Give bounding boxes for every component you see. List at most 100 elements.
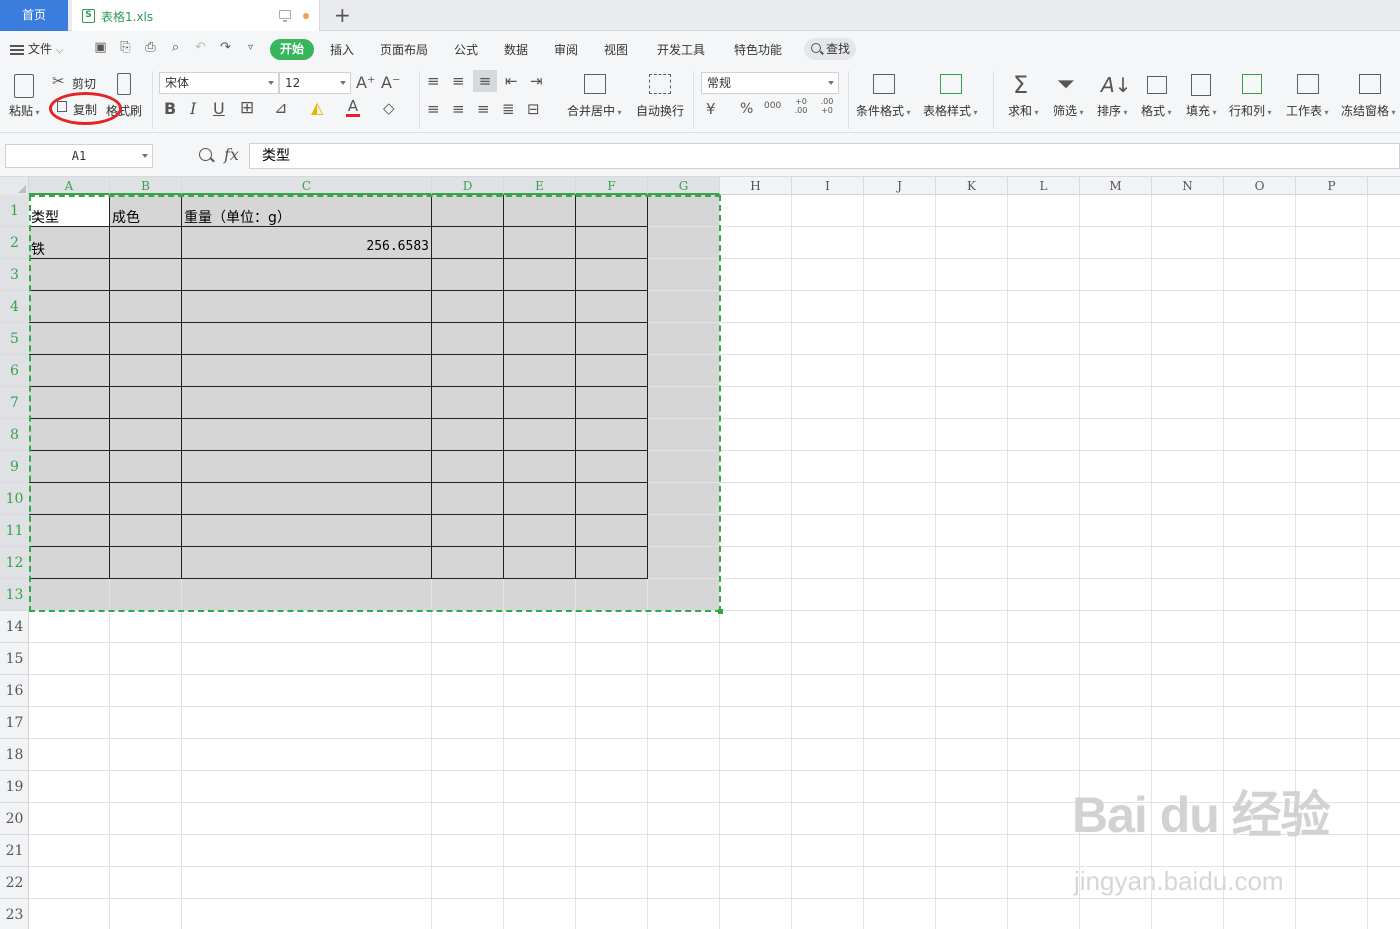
align-center-icon[interactable]: ≡ <box>452 101 465 117</box>
fill-color-icon[interactable]: ◭ <box>311 100 323 116</box>
cut-button[interactable]: 剪切 <box>72 75 96 92</box>
row-header[interactable]: 13 <box>0 579 29 611</box>
cell-style-icon[interactable]: ⊿ <box>274 100 287 116</box>
column-header[interactable]: E <box>504 177 576 195</box>
print-icon[interactable]: ⎙ <box>143 41 158 55</box>
row-header[interactable]: 4 <box>0 291 29 323</box>
font-size-select[interactable]: 12 <box>279 72 351 94</box>
undo-icon[interactable]: ↶ <box>193 41 208 55</box>
cell-b1[interactable]: 成色 <box>112 207 140 227</box>
borders-icon[interactable]: ⊞ <box>240 100 254 117</box>
row-header[interactable]: 23 <box>0 899 29 929</box>
cell-c2[interactable]: 256.6583 <box>182 239 429 254</box>
wrap-text-button[interactable]: 自动换行 <box>636 102 684 119</box>
column-header[interactable]: J <box>864 177 936 195</box>
align-right-icon[interactable]: ≡ <box>477 101 490 117</box>
cell-a2[interactable]: 铁 <box>31 239 45 259</box>
font-color-button[interactable]: A <box>346 98 360 117</box>
row-header[interactable]: 18 <box>0 739 29 771</box>
column-header[interactable]: K <box>936 177 1008 195</box>
column-header[interactable]: P <box>1296 177 1368 195</box>
file-menu[interactable]: 文件 ⌵ <box>10 40 63 57</box>
column-header[interactable]: D <box>432 177 504 195</box>
print-preview-icon[interactable]: ⌕ <box>168 41 183 55</box>
row-header[interactable]: 11 <box>0 515 29 547</box>
font-name-select[interactable]: 宋体 <box>159 72 279 94</box>
search-button[interactable]: 查找 <box>804 38 856 60</box>
increase-decimal-button[interactable]: +0 .00 <box>792 97 810 115</box>
export-icon[interactable]: ⎘ <box>118 41 133 55</box>
row-header[interactable]: 19 <box>0 771 29 803</box>
currency-button[interactable]: ¥ <box>706 101 716 117</box>
row-header[interactable]: 1 <box>0 195 29 227</box>
column-header[interactable]: N <box>1152 177 1224 195</box>
number-format-select[interactable]: 常规 <box>701 72 839 94</box>
menu-tab-special[interactable]: 特色功能 <box>734 41 782 58</box>
column-header[interactable]: C <box>182 177 432 195</box>
menu-tab-insert[interactable]: 插入 <box>330 41 354 58</box>
row-header[interactable]: 21 <box>0 835 29 867</box>
tab-home[interactable]: 首页 <box>0 0 68 31</box>
row-header[interactable]: 2 <box>0 227 29 259</box>
increase-indent-icon[interactable]: ⇥ <box>530 73 543 89</box>
underline-button[interactable]: U <box>213 101 225 117</box>
paste-icon[interactable] <box>14 74 34 98</box>
fill-button[interactable]: 填充 ▾ <box>1186 102 1217 119</box>
column-header[interactable]: H <box>720 177 792 195</box>
column-header[interactable]: F <box>576 177 648 195</box>
column-header[interactable]: A <box>29 177 110 195</box>
row-header[interactable]: 15 <box>0 643 29 675</box>
name-box[interactable]: A1 <box>5 144 153 168</box>
row-header[interactable]: 12 <box>0 547 29 579</box>
format-button[interactable]: 格式 ▾ <box>1141 102 1172 119</box>
increase-font-size-icon[interactable]: A⁺ <box>356 75 375 91</box>
row-header[interactable]: 3 <box>0 259 29 291</box>
cell-a1[interactable]: 类型 <box>31 207 59 227</box>
row-header[interactable]: 9 <box>0 451 29 483</box>
function-button[interactable]: fx <box>224 145 239 164</box>
customize-quick-access-icon[interactable]: ▿ <box>243 41 258 55</box>
redo-icon[interactable]: ↷ <box>218 41 233 55</box>
worksheet-button[interactable]: 工作表 ▾ <box>1286 102 1329 119</box>
percent-button[interactable]: % <box>740 101 753 117</box>
row-header[interactable]: 20 <box>0 803 29 835</box>
column-header[interactable]: G <box>648 177 720 195</box>
freeze-panes-button[interactable]: 冻结窗格 ▾ <box>1341 102 1396 119</box>
row-header[interactable]: 17 <box>0 707 29 739</box>
column-header[interactable]: L <box>1008 177 1080 195</box>
menu-tab-data[interactable]: 数据 <box>504 41 528 58</box>
decrease-decimal-button[interactable]: .00 +0 <box>818 97 836 115</box>
paste-button[interactable]: 粘贴 ▾ <box>9 102 40 119</box>
decrease-indent-icon[interactable]: ⇤ <box>505 73 518 89</box>
menu-tab-start[interactable]: 开始 <box>270 39 314 60</box>
thousands-separator-button[interactable]: 000 <box>764 98 781 114</box>
monitor-icon[interactable] <box>279 10 291 22</box>
column-header[interactable]: O <box>1224 177 1296 195</box>
italic-button[interactable]: I <box>190 101 196 117</box>
clear-format-icon[interactable]: ◇ <box>383 100 395 116</box>
align-top-icon[interactable]: ≡ <box>427 73 440 89</box>
justify-icon[interactable]: ≣ <box>502 101 515 117</box>
menu-tab-formulas[interactable]: 公式 <box>454 41 478 58</box>
row-header[interactable]: 14 <box>0 611 29 643</box>
row-header[interactable]: 7 <box>0 387 29 419</box>
conditional-format-button[interactable]: 条件格式 ▾ <box>856 102 911 119</box>
decrease-font-size-icon[interactable]: A⁻ <box>381 75 400 91</box>
distributed-icon[interactable]: ⊟ <box>527 101 540 117</box>
menu-tab-view[interactable]: 视图 <box>604 41 628 58</box>
row-header[interactable]: 5 <box>0 323 29 355</box>
sum-button[interactable]: 求和 ▾ <box>1008 102 1039 119</box>
align-left-icon[interactable]: ≡ <box>427 101 440 117</box>
formula-input[interactable]: 类型 <box>249 143 1400 169</box>
column-header[interactable]: M <box>1080 177 1152 195</box>
zoom-icon[interactable] <box>199 148 212 161</box>
align-middle-icon[interactable]: ≡ <box>452 73 465 89</box>
bold-button[interactable]: B <box>164 101 176 117</box>
row-header[interactable]: 22 <box>0 867 29 899</box>
save-icon[interactable]: ▣ <box>93 41 108 55</box>
column-header[interactable]: I <box>792 177 864 195</box>
column-header[interactable]: B <box>110 177 182 195</box>
fill-handle[interactable] <box>718 609 723 614</box>
menu-tab-review[interactable]: 审阅 <box>554 41 578 58</box>
merge-center-button[interactable]: 合并居中 ▾ <box>567 102 622 119</box>
